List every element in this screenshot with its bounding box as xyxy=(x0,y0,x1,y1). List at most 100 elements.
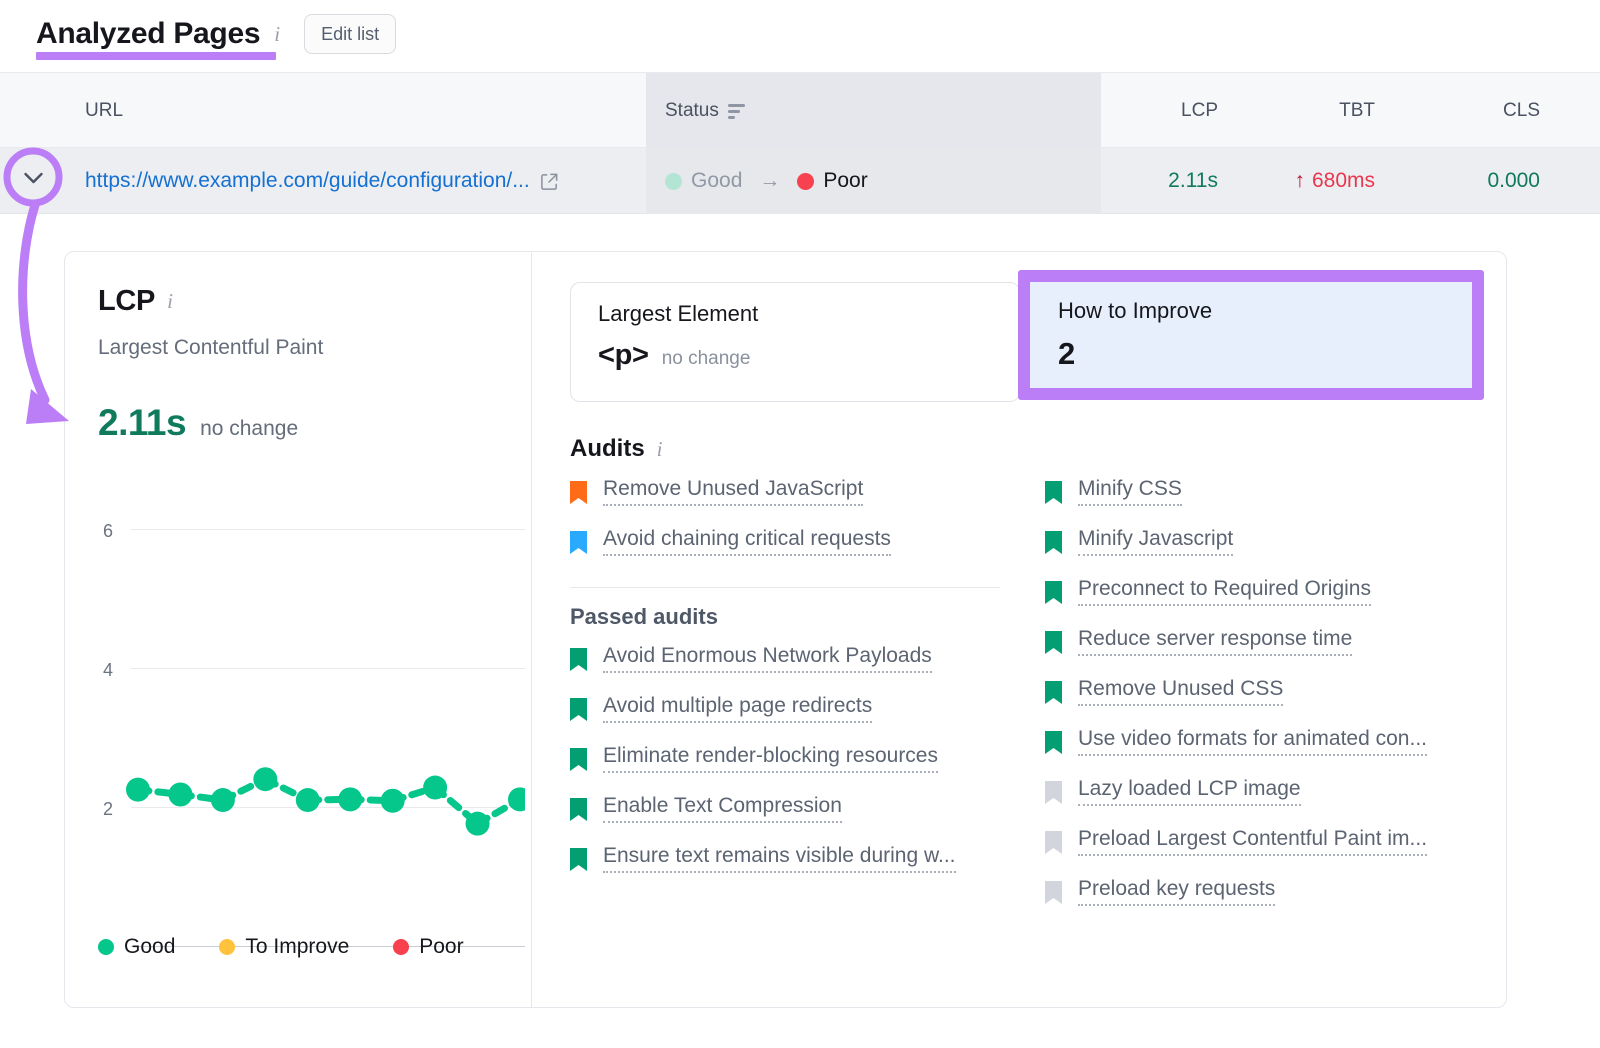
title-underline-annotation xyxy=(36,52,276,60)
bookmark-green-icon xyxy=(570,744,587,776)
passed-audit-item-label[interactable]: Enable Text Compression xyxy=(603,794,842,823)
bookmark-green-icon xyxy=(1045,527,1062,559)
largest-element-label: Largest Element xyxy=(598,301,759,326)
status-arrow-icon: → xyxy=(759,169,781,192)
column-header-url[interactable]: URL xyxy=(85,73,123,149)
largest-element-note: no change xyxy=(661,348,751,369)
panel-divider xyxy=(531,253,532,1008)
audits-left-column: Remove Unused JavaScript Avoid chaining c… xyxy=(570,477,1005,894)
lcp-trend-chart: 6 4 2 0 xyxy=(85,457,525,958)
passed-audit-item[interactable]: Remove Unused CSS xyxy=(1045,677,1485,727)
legend-item-good: Good xyxy=(98,935,175,959)
passed-audit-item[interactable]: Preload key requests xyxy=(1045,877,1485,927)
edit-list-button[interactable]: Edit list xyxy=(304,14,397,54)
analyzed-pages-screen: Analyzed Pages i Edit list URL Status LC… xyxy=(0,0,1600,1048)
audit-item[interactable]: Remove Unused JavaScript xyxy=(570,477,1005,527)
info-icon[interactable]: i xyxy=(274,23,280,45)
passed-audit-item[interactable]: Avoid multiple page redirects xyxy=(570,694,1005,744)
metric-summary-boxes: Largest Element <p> no change How to Imp… xyxy=(570,270,1484,402)
external-link-icon[interactable] xyxy=(540,172,559,191)
passed-audit-item-label[interactable]: Preload Largest Contentful Paint im... xyxy=(1078,827,1428,856)
tbt-value: 680ms xyxy=(1311,169,1375,192)
analyzed-pages-table: URL Status LCP TBT CLS https://www.examp… xyxy=(0,72,1600,214)
bookmark-gray-icon xyxy=(1045,827,1062,859)
bookmark-green-icon xyxy=(1045,627,1062,659)
audits-header: Audits i xyxy=(570,435,663,463)
sort-icon[interactable] xyxy=(727,103,745,119)
column-header-status[interactable]: Status xyxy=(665,73,745,149)
bookmark-green-icon xyxy=(1045,577,1062,609)
audits-separator xyxy=(570,587,1000,588)
passed-audits-right-list: Minify CSS Minify Javascript Preconnect to… xyxy=(1045,477,1485,927)
passed-audit-item-label[interactable]: Preconnect to Required Origins xyxy=(1078,577,1371,606)
status-previous-label: Good xyxy=(691,169,743,192)
legend-item-poor: Poor xyxy=(393,935,464,959)
status-current: Poor xyxy=(797,169,868,193)
table-row[interactable]: https://www.example.com/guide/configurat… xyxy=(0,148,1600,214)
bookmark-gray-icon xyxy=(1045,777,1062,809)
passed-audit-item-label[interactable]: Eliminate render-blocking resources xyxy=(603,744,938,773)
tbt-cell: ↑ 680ms xyxy=(1250,148,1375,214)
column-header-status-label: Status xyxy=(665,100,719,121)
passed-audit-item-label[interactable]: Avoid multiple page redirects xyxy=(603,694,873,723)
how-to-improve-label: How to Improve xyxy=(1058,298,1213,323)
audit-item-label[interactable]: Avoid chaining critical requests xyxy=(603,527,891,556)
metric-value: 2.11s xyxy=(98,402,187,443)
passed-audit-item-label[interactable]: Use video formats for animated con... xyxy=(1078,727,1427,756)
bookmark-green-icon xyxy=(1045,477,1062,509)
url-cell: https://www.example.com/guide/configurat… xyxy=(85,148,559,214)
passed-audit-item[interactable]: Eliminate render-blocking resources xyxy=(570,744,1005,794)
column-header-tbt[interactable]: TBT xyxy=(1260,73,1375,149)
passed-audit-item[interactable]: Preload Largest Contentful Paint im... xyxy=(1045,827,1485,877)
metric-abbr: LCP xyxy=(98,285,156,317)
column-header-lcp[interactable]: LCP xyxy=(1098,73,1218,149)
largest-element-box: Largest Element <p> no change xyxy=(570,282,1020,402)
passed-audit-item[interactable]: Lazy loaded LCP image xyxy=(1045,777,1485,827)
passed-audit-item[interactable]: Use video formats for animated con... xyxy=(1045,727,1485,777)
how-to-improve-box[interactable]: How to Improve 2 xyxy=(1018,270,1484,400)
audits-info-icon[interactable]: i xyxy=(657,438,663,460)
bookmark-green-icon xyxy=(570,694,587,726)
chart-legend: Good To Improve Poor xyxy=(98,935,464,959)
passed-audit-item-label[interactable]: Preload key requests xyxy=(1078,877,1276,906)
passed-audit-item-label[interactable]: Lazy loaded LCP image xyxy=(1078,777,1301,806)
largest-element-value: <p> xyxy=(598,339,649,371)
table-header-row: URL Status LCP TBT CLS xyxy=(0,72,1600,149)
passed-audit-item[interactable]: Reduce server response time xyxy=(1045,627,1485,677)
passed-audit-item-label[interactable]: Minify CSS xyxy=(1078,477,1182,506)
metric-value-row: 2.11s no change xyxy=(98,402,298,444)
passed-audits-title: Passed audits xyxy=(570,604,718,629)
status-dot-poor xyxy=(797,172,815,190)
status-cell: Good → Poor xyxy=(665,148,868,214)
metric-full-name: Largest Contentful Paint xyxy=(98,336,324,359)
passed-audit-item[interactable]: Enable Text Compression xyxy=(570,794,1005,844)
passed-audit-item-label[interactable]: Ensure text remains visible during w... xyxy=(603,844,956,873)
bookmark-green-icon xyxy=(570,794,587,826)
passed-audit-item-label[interactable]: Reduce server response time xyxy=(1078,627,1353,656)
cls-cell: 0.000 xyxy=(1487,169,1540,192)
passed-audit-item[interactable]: Preconnect to Required Origins xyxy=(1045,577,1485,627)
passed-audit-item-label[interactable]: Minify Javascript xyxy=(1078,527,1234,556)
passed-audit-item[interactable]: Avoid Enormous Network Payloads xyxy=(570,644,1005,694)
audit-item-label[interactable]: Remove Unused JavaScript xyxy=(603,477,864,506)
bookmark-blue-icon xyxy=(570,527,587,559)
column-header-cls[interactable]: CLS xyxy=(1400,73,1540,149)
page-url-link[interactable]: https://www.example.com/guide/configurat… xyxy=(85,169,530,193)
bookmark-green-icon xyxy=(1045,677,1062,709)
annotation-arrow-head xyxy=(26,389,69,424)
passed-audits-left-list: Avoid Enormous Network Payloads Avoid mul… xyxy=(570,644,1005,894)
bookmark-green-icon xyxy=(570,644,587,676)
passed-audit-item-label[interactable]: Avoid Enormous Network Payloads xyxy=(603,644,932,673)
passed-audit-item-label[interactable]: Remove Unused CSS xyxy=(1078,677,1284,706)
legend-label-poor: Poor xyxy=(419,935,464,958)
passed-audit-item[interactable]: Ensure text remains visible during w... xyxy=(570,844,1005,894)
lcp-cell: 2.11s xyxy=(1168,169,1218,192)
expand-row-chevron[interactable] xyxy=(21,167,46,189)
page-detail-panel: LCP i Largest Contentful Paint 2.11s no … xyxy=(64,251,1507,1008)
metric-info-icon[interactable]: i xyxy=(167,291,173,312)
passed-audit-item[interactable]: Minify CSS xyxy=(1045,477,1485,527)
audit-item[interactable]: Avoid chaining critical requests xyxy=(570,527,1005,577)
legend-dot-good xyxy=(98,939,114,955)
metric-header: LCP i xyxy=(98,285,173,318)
passed-audit-item[interactable]: Minify Javascript xyxy=(1045,527,1485,577)
